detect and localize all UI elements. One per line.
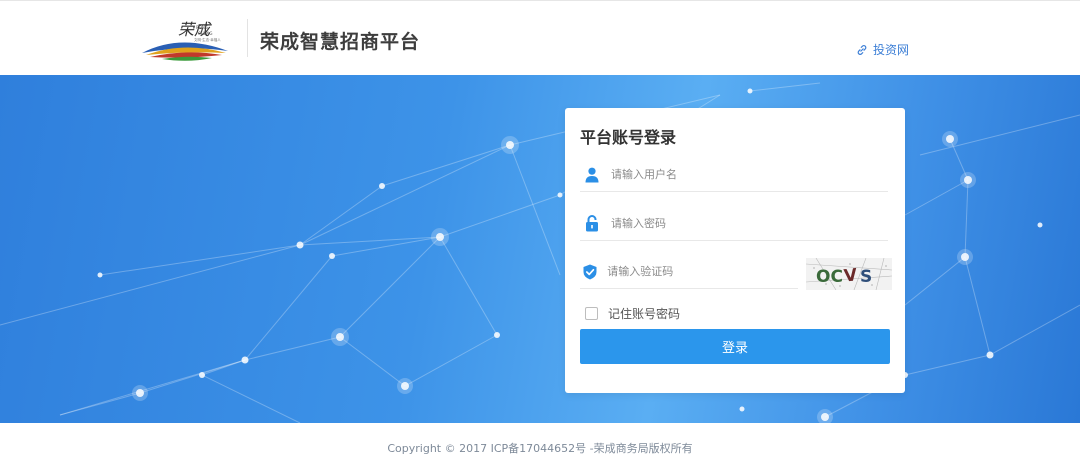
header-divider bbox=[247, 19, 248, 57]
captcha-field[interactable] bbox=[580, 255, 798, 289]
user-icon bbox=[583, 166, 601, 184]
svg-text:RONG: RONG bbox=[196, 25, 208, 30]
remember-label: 记住账号密码 bbox=[608, 307, 681, 321]
invest-link[interactable]: 投资网 bbox=[856, 41, 909, 58]
shield-check-icon bbox=[583, 263, 597, 281]
logo-graphic: 荣成 RONG CHENG 文明·生态·幸福人 bbox=[142, 20, 228, 61]
site-footer: Copyright © 2017 ICP备17044652号 -荣成商务局版权所… bbox=[0, 423, 1080, 460]
network-background bbox=[0, 82, 1080, 423]
svg-text:CHENG: CHENG bbox=[198, 31, 212, 36]
invest-link-label: 投资网 bbox=[873, 43, 910, 57]
link-icon bbox=[857, 44, 867, 55]
username-input[interactable] bbox=[611, 168, 851, 181]
site-title: 荣成智慧招商平台 bbox=[260, 31, 421, 53]
svg-text:文明·生态·幸福人: 文明·生态·幸福人 bbox=[194, 37, 221, 42]
hero-banner bbox=[0, 75, 1080, 423]
lock-icon bbox=[583, 215, 601, 233]
site-header: 荣成 RONG CHENG 文明·生态·幸福人 荣成智慧招商平台 投资网 bbox=[0, 0, 1080, 75]
login-button[interactable]: 登录 bbox=[580, 329, 890, 364]
username-field[interactable] bbox=[580, 158, 888, 192]
captcha-image[interactable]: OC V S bbox=[805, 257, 893, 291]
svg-text:S: S bbox=[860, 267, 872, 287]
remember-checkbox[interactable] bbox=[585, 307, 598, 320]
login-title: 平台账号登录 bbox=[580, 128, 677, 147]
captcha-text: OC bbox=[816, 267, 843, 287]
login-page: 荣成 RONG CHENG 文明·生态·幸福人 荣成智慧招商平台 投资网 平台账… bbox=[0, 0, 1080, 460]
site-logo[interactable]: 荣成 RONG CHENG 文明·生态·幸福人 bbox=[140, 15, 230, 65]
copyright-text: Copyright © 2017 ICP备17044652号 -荣成商务局版权所… bbox=[387, 442, 693, 455]
remember-option[interactable]: 记住账号密码 bbox=[585, 305, 680, 322]
password-input[interactable] bbox=[611, 217, 851, 230]
password-field[interactable] bbox=[580, 207, 888, 241]
captcha-input[interactable] bbox=[607, 265, 798, 278]
